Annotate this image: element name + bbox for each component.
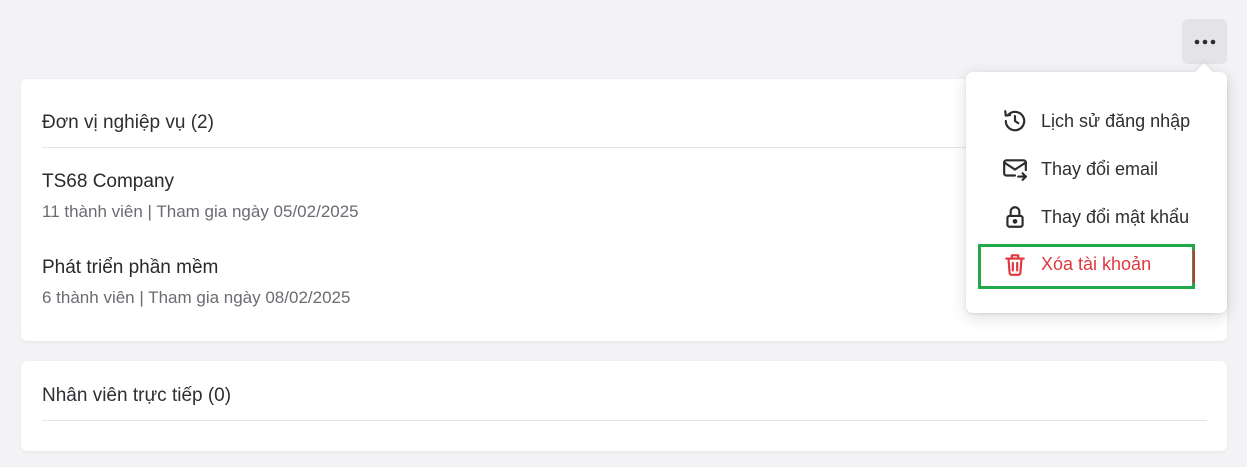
trash-icon (1002, 251, 1028, 277)
more-options-button[interactable] (1182, 19, 1227, 64)
menu-item-delete-account[interactable]: Xóa tài khoản (1002, 251, 1151, 277)
menu-item-label: Thay đổi mật khẩu (1041, 206, 1190, 227)
mail-forward-icon (1002, 156, 1028, 182)
menu-item-change-password[interactable]: Thay đổi mật khẩu (1002, 204, 1189, 230)
business-units-title: Đơn vị nghiệp vụ (2) (42, 112, 214, 133)
more-horizontal-icon (1194, 39, 1215, 44)
menu-item-label: Xóa tài khoản (1041, 253, 1152, 274)
menu-item-login-history[interactable]: Lịch sử đăng nhập (1002, 108, 1190, 134)
direct-employees-card: Nhân viên trực tiếp (0) (21, 361, 1227, 451)
list-item[interactable]: Phát triển phần mềm 6 thành viên | Tham … (42, 257, 350, 308)
menu-item-label: Thay đổi email (1041, 158, 1159, 179)
lock-icon (1002, 204, 1028, 230)
unit-meta: 11 thành viên | Tham gia ngày 05/02/2025 (42, 202, 359, 221)
unit-name: TS68 Company (42, 171, 175, 192)
direct-employees-title: Nhân viên trực tiếp (0) (42, 385, 232, 406)
list-item[interactable]: TS68 Company 11 thành viên | Tham gia ng… (42, 171, 359, 222)
page: Đơn vị nghiệp vụ (2) TS68 Company 11 thà… (0, 0, 1247, 467)
unit-name: Phát triển phần mềm (42, 257, 219, 278)
menu-item-label: Lịch sử đăng nhập (1041, 110, 1191, 131)
menu-item-change-email[interactable]: Thay đổi email (1002, 156, 1158, 182)
unit-meta: 6 thành viên | Tham gia ngày 08/02/2025 (42, 288, 351, 307)
account-options-menu: Lịch sử đăng nhập Thay đổi email Thay đổ… (966, 72, 1227, 313)
divider (42, 420, 1207, 421)
history-icon (1002, 108, 1028, 134)
